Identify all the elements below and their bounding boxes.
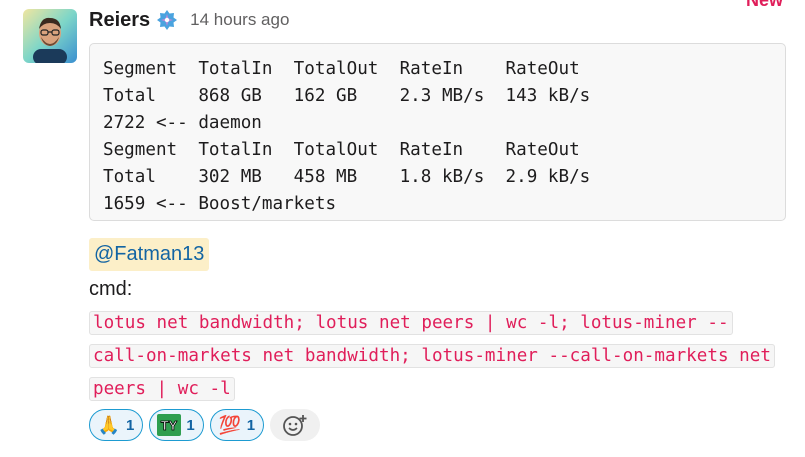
code-line: 2722 <-- daemon <box>103 113 262 133</box>
status-badge-icon[interactable] <box>156 9 178 31</box>
user-mention[interactable]: @Fatman13 <box>89 238 210 271</box>
ty-icon-text: TY <box>161 418 178 433</box>
code-line: Total 302 MB 458 MB 1.8 kB/s 2.9 kB/s <box>103 167 591 187</box>
code-line: 1659 <-- Boost/markets <box>103 194 337 214</box>
reactions-bar: 🙏 1 TY 1 💯 1 <box>89 409 321 441</box>
message-timestamp[interactable]: 14 hours ago <box>190 10 289 30</box>
reaction-ty[interactable]: TY 1 <box>149 409 204 441</box>
inline-code-line: peers | wc -l <box>89 374 791 407</box>
add-emoji-icon <box>283 415 307 436</box>
add-reaction-button[interactable] <box>270 409 321 441</box>
reaction-hundred[interactable]: 💯 1 <box>209 409 265 441</box>
reaction-folded-hands[interactable]: 🙏 1 <box>89 409 144 441</box>
inline-code-line: lotus net bandwidth; lotus net peers | w… <box>89 308 791 341</box>
hundred-points-icon: 💯 <box>218 414 241 435</box>
folded-hands-icon: 🙏 <box>97 414 121 435</box>
inline-code: lotus net bandwidth; lotus net peers | w… <box>89 311 733 335</box>
new-messages-label: New <box>745 0 783 10</box>
avatar[interactable] <box>23 9 77 63</box>
code-line: Segment TotalIn TotalOut RateIn RateOut <box>103 140 580 160</box>
sender-name[interactable]: Reiers <box>89 9 150 32</box>
code-line: Segment TotalIn TotalOut RateIn RateOut <box>103 59 580 79</box>
reaction-count: 1 <box>246 416 256 434</box>
inline-code: peers | wc -l <box>89 377 235 401</box>
code-line: Total 868 GB 162 GB 2.3 MB/s 143 kB/s <box>103 86 591 106</box>
ty-icon: TY <box>156 413 182 437</box>
avatar-image <box>23 9 77 63</box>
inline-code: call-on-markets net bandwidth; lotus-min… <box>89 344 775 368</box>
reaction-count: 1 <box>186 416 195 434</box>
reaction-count: 1 <box>126 416 135 434</box>
code-block: Segment TotalIn TotalOut RateIn RateOut T… <box>89 43 786 221</box>
inline-code-line: call-on-markets net bandwidth; lotus-min… <box>89 341 791 374</box>
message-header: Reiers 14 hours ago <box>89 6 289 34</box>
cmd-label: cmd: <box>89 278 133 300</box>
